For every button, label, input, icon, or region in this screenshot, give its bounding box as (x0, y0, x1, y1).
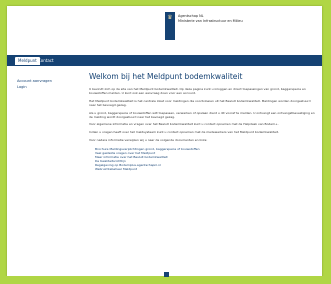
sidebar-item-login[interactable]: Login (17, 84, 87, 90)
main-content: Welkom bij het Meldpunt bodemkwaliteit U… (89, 72, 315, 277)
main-nav: Meldpunt Contact (7, 55, 322, 66)
links-intro: Voor nadere informatie verwijzen wij u n… (89, 138, 208, 143)
link-item[interactable]: Webruimtebeheer Meldpunt (95, 167, 315, 171)
crown-icon: ♛ (167, 14, 173, 21)
footer-mark (164, 272, 169, 277)
header: ♛ Agentschap NL Ministerie van Infrastru… (7, 6, 322, 50)
tab-contact[interactable]: Contact (35, 57, 57, 65)
page: ♛ Agentschap NL Ministerie van Infrastru… (7, 6, 322, 282)
info-paragraph: Het Meldpunt bodemkwaliteit is het centr… (89, 98, 311, 107)
logo-line2: Ministerie van Infrastructuur en Milieu (178, 18, 243, 23)
footer-bar (0, 276, 331, 284)
info-paragraph: Als u grond, baggerspecie of bouwstoffen… (89, 110, 315, 119)
sidebar: Account aanvragen Login (17, 78, 87, 90)
intro-paragraph: U bevindt zich op de site van het Meldpu… (89, 87, 306, 95)
page-title: Welkom bij het Meldpunt bodemkwaliteit (89, 72, 243, 81)
helpdesk-paragraph: Voor algemene informatie en vragen over … (89, 122, 279, 127)
contact-paragraph: Indien u vragen heeft over het meldsyste… (89, 130, 279, 135)
logo-text: Agentschap NL Ministerie van Infrastruct… (178, 14, 248, 23)
links-list: Brochure Meldingsverplichtingen grond, b… (95, 147, 315, 171)
